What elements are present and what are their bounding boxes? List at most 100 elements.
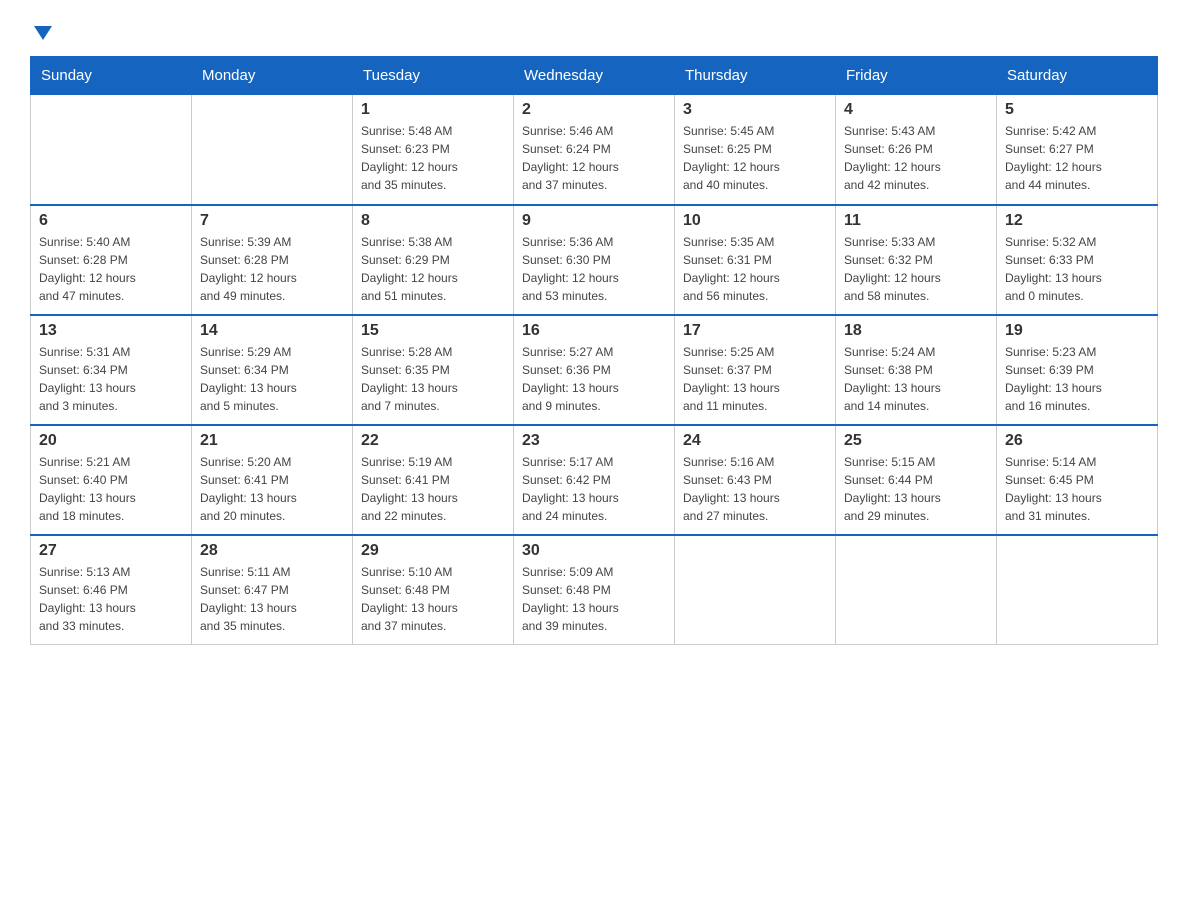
day-info: Sunrise: 5:10 AM Sunset: 6:48 PM Dayligh…: [361, 563, 505, 635]
calendar-cell: [997, 535, 1158, 645]
day-number: 26: [1005, 432, 1149, 450]
day-number: 13: [39, 322, 183, 340]
col-header-tuesday: Tuesday: [353, 57, 514, 95]
calendar-week-row: 27 Sunrise: 5:13 AM Sunset: 6:46 PM Dayli…: [31, 535, 1158, 645]
day-info: Sunrise: 5:46 AM Sunset: 6:24 PM Dayligh…: [522, 122, 666, 194]
day-info: Sunrise: 5:29 AM Sunset: 6:34 PM Dayligh…: [200, 343, 344, 415]
day-info: Sunrise: 5:19 AM Sunset: 6:41 PM Dayligh…: [361, 453, 505, 525]
calendar-week-row: 1 Sunrise: 5:48 AM Sunset: 6:23 PM Daylig…: [31, 95, 1158, 205]
calendar-cell: 30 Sunrise: 5:09 AM Sunset: 6:48 PM Dayli…: [514, 535, 675, 645]
calendar-cell: 3 Sunrise: 5:45 AM Sunset: 6:25 PM Daylig…: [675, 95, 836, 205]
day-number: 3: [683, 101, 827, 119]
calendar-header-row: SundayMondayTuesdayWednesdayThursdayFrid…: [31, 57, 1158, 95]
day-info: Sunrise: 5:33 AM Sunset: 6:32 PM Dayligh…: [844, 233, 988, 305]
day-number: 15: [361, 322, 505, 340]
calendar-table: SundayMondayTuesdayWednesdayThursdayFrid…: [30, 56, 1158, 645]
calendar-cell: 28 Sunrise: 5:11 AM Sunset: 6:47 PM Dayli…: [192, 535, 353, 645]
day-number: 21: [200, 432, 344, 450]
day-number: 23: [522, 432, 666, 450]
calendar-cell: [31, 95, 192, 205]
day-number: 7: [200, 212, 344, 230]
calendar-week-row: 13 Sunrise: 5:31 AM Sunset: 6:34 PM Dayli…: [31, 315, 1158, 425]
day-number: 20: [39, 432, 183, 450]
day-number: 1: [361, 101, 505, 119]
day-info: Sunrise: 5:14 AM Sunset: 6:45 PM Dayligh…: [1005, 453, 1149, 525]
col-header-monday: Monday: [192, 57, 353, 95]
calendar-cell: 25 Sunrise: 5:15 AM Sunset: 6:44 PM Dayli…: [836, 425, 997, 535]
day-number: 28: [200, 542, 344, 560]
calendar-cell: 9 Sunrise: 5:36 AM Sunset: 6:30 PM Daylig…: [514, 205, 675, 315]
day-info: Sunrise: 5:40 AM Sunset: 6:28 PM Dayligh…: [39, 233, 183, 305]
day-info: Sunrise: 5:42 AM Sunset: 6:27 PM Dayligh…: [1005, 122, 1149, 194]
col-header-sunday: Sunday: [31, 57, 192, 95]
calendar-cell: 15Sunrise: 5:28 AM Sunset: 6:35 PM Dayli…: [353, 315, 514, 425]
calendar-cell: 7 Sunrise: 5:39 AM Sunset: 6:28 PM Daylig…: [192, 205, 353, 315]
day-info: Sunrise: 5:11 AM Sunset: 6:47 PM Dayligh…: [200, 563, 344, 635]
calendar-cell: 22 Sunrise: 5:19 AM Sunset: 6:41 PM Dayli…: [353, 425, 514, 535]
col-header-thursday: Thursday: [675, 57, 836, 95]
logo: [30, 20, 54, 36]
day-number: 24: [683, 432, 827, 450]
logo-triangle-icon: [32, 22, 54, 44]
page-header: [30, 20, 1158, 36]
calendar-cell: 26 Sunrise: 5:14 AM Sunset: 6:45 PM Dayli…: [997, 425, 1158, 535]
calendar-cell: 14 Sunrise: 5:29 AM Sunset: 6:34 PM Dayli…: [192, 315, 353, 425]
day-number: 25: [844, 432, 988, 450]
day-number: 2: [522, 101, 666, 119]
day-number: 8: [361, 212, 505, 230]
col-header-wednesday: Wednesday: [514, 57, 675, 95]
day-info: Sunrise: 5:15 AM Sunset: 6:44 PM Dayligh…: [844, 453, 988, 525]
day-number: 14: [200, 322, 344, 340]
day-info: Sunrise: 5:48 AM Sunset: 6:23 PM Dayligh…: [361, 122, 505, 194]
col-header-friday: Friday: [836, 57, 997, 95]
day-info: Sunrise: 5:16 AM Sunset: 6:43 PM Dayligh…: [683, 453, 827, 525]
calendar-cell: 11 Sunrise: 5:33 AM Sunset: 6:32 PM Dayli…: [836, 205, 997, 315]
day-info: Sunrise: 5:09 AM Sunset: 6:48 PM Dayligh…: [522, 563, 666, 635]
calendar-cell: 23 Sunrise: 5:17 AM Sunset: 6:42 PM Dayli…: [514, 425, 675, 535]
day-number: 5: [1005, 101, 1149, 119]
calendar-cell: 4Sunrise: 5:43 AM Sunset: 6:26 PM Daylig…: [836, 95, 997, 205]
calendar-cell: 1 Sunrise: 5:48 AM Sunset: 6:23 PM Daylig…: [353, 95, 514, 205]
day-info: Sunrise: 5:39 AM Sunset: 6:28 PM Dayligh…: [200, 233, 344, 305]
day-info: Sunrise: 5:36 AM Sunset: 6:30 PM Dayligh…: [522, 233, 666, 305]
calendar-cell: 6 Sunrise: 5:40 AM Sunset: 6:28 PM Daylig…: [31, 205, 192, 315]
day-number: 29: [361, 542, 505, 560]
calendar-week-row: 20 Sunrise: 5:21 AM Sunset: 6:40 PM Dayli…: [31, 425, 1158, 535]
day-number: 11: [844, 212, 988, 230]
day-info: Sunrise: 5:45 AM Sunset: 6:25 PM Dayligh…: [683, 122, 827, 194]
day-info: Sunrise: 5:31 AM Sunset: 6:34 PM Dayligh…: [39, 343, 183, 415]
day-info: Sunrise: 5:13 AM Sunset: 6:46 PM Dayligh…: [39, 563, 183, 635]
day-number: 30: [522, 542, 666, 560]
day-info: Sunrise: 5:21 AM Sunset: 6:40 PM Dayligh…: [39, 453, 183, 525]
calendar-cell: [675, 535, 836, 645]
day-info: Sunrise: 5:17 AM Sunset: 6:42 PM Dayligh…: [522, 453, 666, 525]
calendar-cell: 5 Sunrise: 5:42 AM Sunset: 6:27 PM Daylig…: [997, 95, 1158, 205]
day-number: 27: [39, 542, 183, 560]
day-number: 10: [683, 212, 827, 230]
day-number: 9: [522, 212, 666, 230]
calendar-cell: 16 Sunrise: 5:27 AM Sunset: 6:36 PM Dayli…: [514, 315, 675, 425]
calendar-cell: 12Sunrise: 5:32 AM Sunset: 6:33 PM Dayli…: [997, 205, 1158, 315]
calendar-cell: [192, 95, 353, 205]
calendar-week-row: 6 Sunrise: 5:40 AM Sunset: 6:28 PM Daylig…: [31, 205, 1158, 315]
calendar-cell: 13 Sunrise: 5:31 AM Sunset: 6:34 PM Dayli…: [31, 315, 192, 425]
day-info: Sunrise: 5:35 AM Sunset: 6:31 PM Dayligh…: [683, 233, 827, 305]
day-number: 22: [361, 432, 505, 450]
day-number: 6: [39, 212, 183, 230]
day-info: Sunrise: 5:24 AM Sunset: 6:38 PM Dayligh…: [844, 343, 988, 415]
day-info: Sunrise: 5:27 AM Sunset: 6:36 PM Dayligh…: [522, 343, 666, 415]
calendar-cell: [836, 535, 997, 645]
calendar-cell: 19 Sunrise: 5:23 AM Sunset: 6:39 PM Dayli…: [997, 315, 1158, 425]
day-info: Sunrise: 5:23 AM Sunset: 6:39 PM Dayligh…: [1005, 343, 1149, 415]
col-header-saturday: Saturday: [997, 57, 1158, 95]
day-number: 18: [844, 322, 988, 340]
day-number: 12: [1005, 212, 1149, 230]
calendar-cell: 29 Sunrise: 5:10 AM Sunset: 6:48 PM Dayli…: [353, 535, 514, 645]
day-number: 16: [522, 322, 666, 340]
day-info: Sunrise: 5:43 AM Sunset: 6:26 PM Dayligh…: [844, 122, 988, 194]
day-info: Sunrise: 5:20 AM Sunset: 6:41 PM Dayligh…: [200, 453, 344, 525]
calendar-cell: 8Sunrise: 5:38 AM Sunset: 6:29 PM Daylig…: [353, 205, 514, 315]
calendar-cell: 27 Sunrise: 5:13 AM Sunset: 6:46 PM Dayli…: [31, 535, 192, 645]
day-number: 19: [1005, 322, 1149, 340]
day-info: Sunrise: 5:25 AM Sunset: 6:37 PM Dayligh…: [683, 343, 827, 415]
